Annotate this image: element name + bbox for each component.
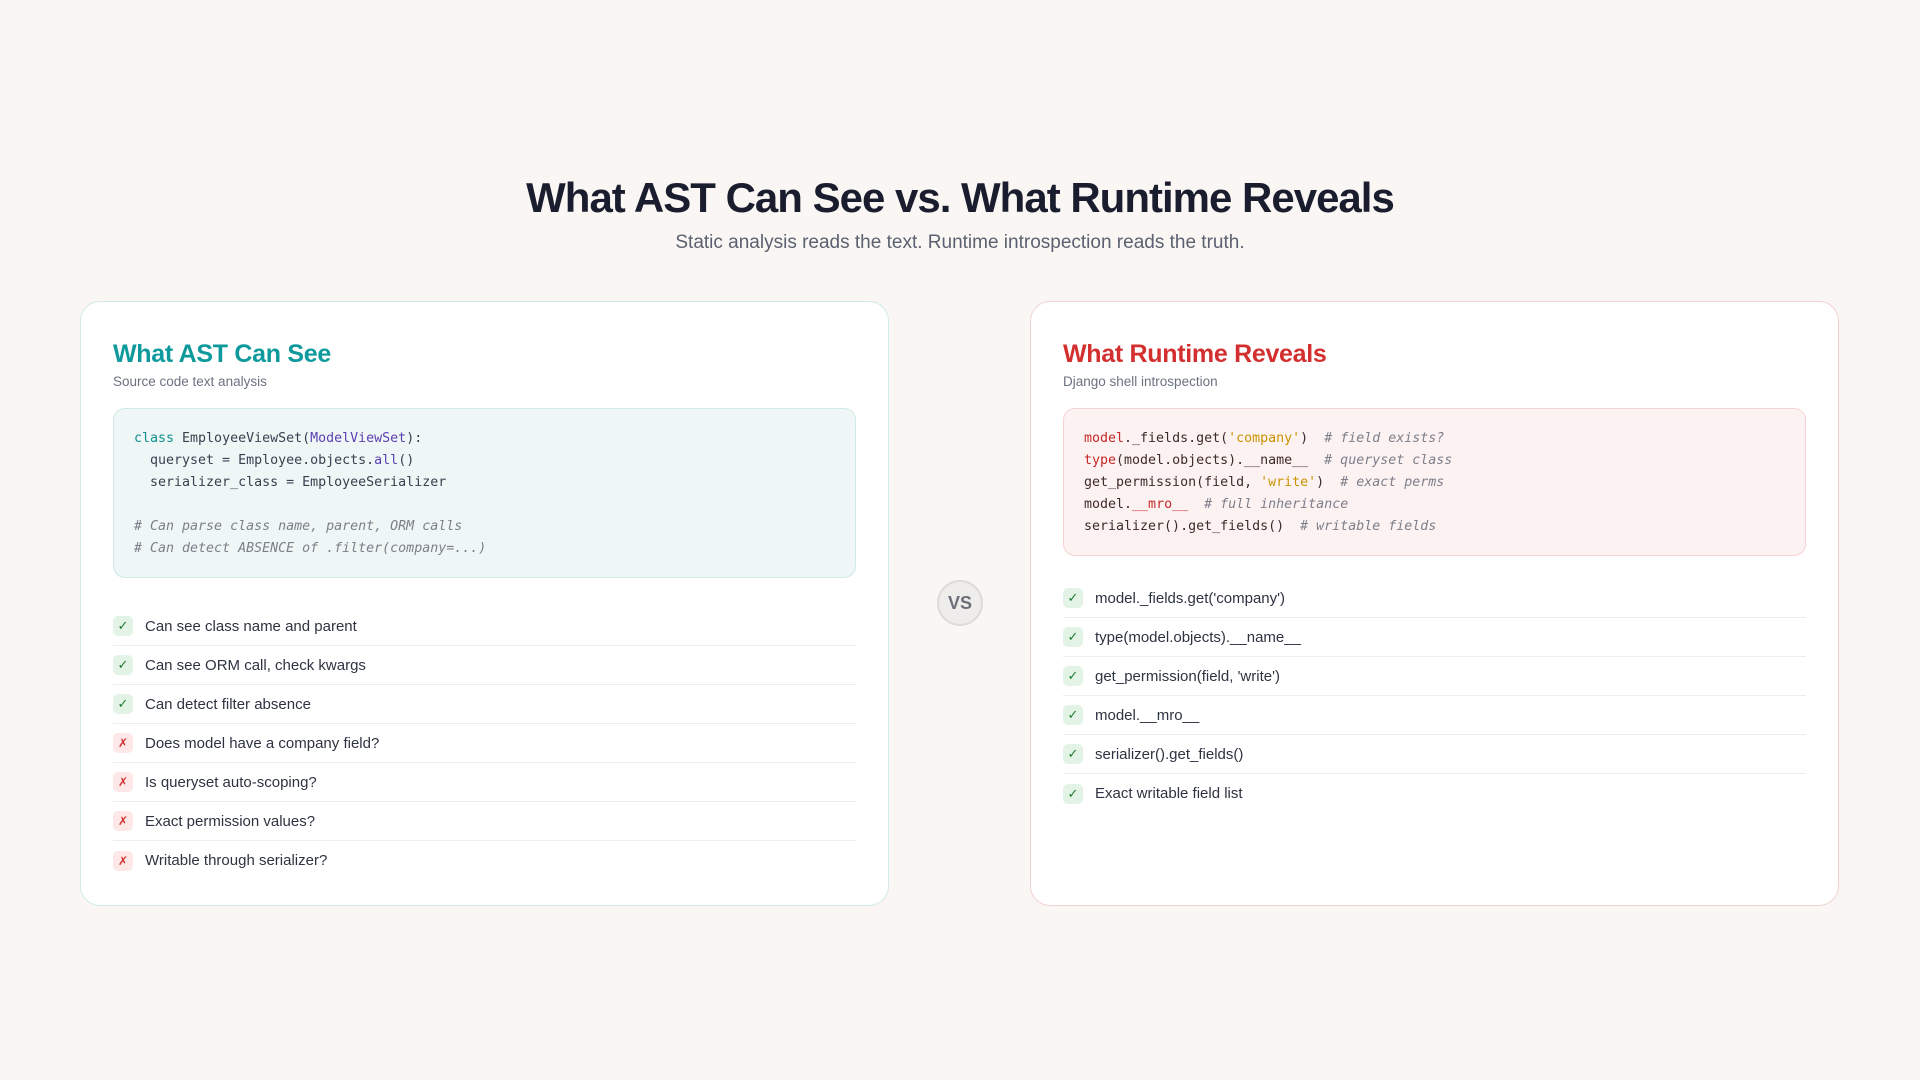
list-item-label: Exact permission values? (145, 812, 316, 830)
list-item: ✓ Can detect filter absence (113, 685, 856, 724)
code-token: model (1084, 431, 1125, 446)
list-item: ✓ serializer().get_fields() (1063, 735, 1806, 774)
list-item: ✗ Does model have a company field? (113, 724, 856, 763)
code-comment: # Can detect ABSENCE of .filter(company=… (134, 541, 487, 556)
list-item-label: model._fields.get('company') (1095, 589, 1285, 607)
check-icon: ✓ (1063, 627, 1083, 647)
ast-code-block: class EmployeeViewSet(ModelViewSet): que… (113, 408, 856, 578)
list-item-label: Exact writable field list (1095, 785, 1243, 802)
list-item-label: Writable through serializer? (145, 852, 328, 869)
code-token: type (1084, 453, 1117, 468)
ast-capability-list: ✓ Can see class name and parent ✓ Can see … (113, 607, 856, 880)
runtime-capability-list: ✓ model._fields.get('company') ✓ type(mode… (1063, 579, 1806, 813)
code-token: 'write' (1260, 475, 1317, 490)
runtime-card: What Runtime Reveals Django shell intros… (1030, 301, 1839, 906)
list-item: ✗ Writable through serializer? (113, 841, 856, 880)
ast-card-subtitle: Source code text analysis (113, 374, 267, 389)
runtime-code-block: model._fields.get('company') # field exi… (1063, 408, 1806, 556)
list-item: ✓ model._fields.get('company') (1063, 579, 1806, 618)
cross-icon: ✗ (113, 733, 133, 753)
check-icon: ✓ (1063, 588, 1083, 608)
code-comment: # Can parse class name, parent, ORM call… (134, 519, 463, 534)
list-item: ✓ Can see class name and parent (113, 607, 856, 646)
list-item-label: Does model have a company field? (145, 734, 380, 752)
code-token: class (134, 431, 175, 446)
code-token: ModelViewSet (310, 431, 407, 446)
code-token: () (398, 453, 415, 468)
list-item-label: Can see ORM call, check kwargs (145, 656, 366, 674)
vs-badge: VS (937, 580, 983, 626)
check-icon: ✓ (1063, 705, 1083, 725)
list-item-label: Can see class name and parent (145, 617, 357, 635)
code-token: EmployeeViewSet( (174, 431, 311, 446)
list-item-label: model.__mro__ (1095, 706, 1200, 724)
list-item-label: Is queryset auto-scoping? (145, 773, 317, 791)
code-token: (model.objects).__name__ (1116, 453, 1325, 468)
list-item: ✓ Can see ORM call, check kwargs (113, 646, 856, 685)
code-comment: # full inheritance (1204, 497, 1349, 512)
check-icon: ✓ (1063, 744, 1083, 764)
list-item: ✓ model.__mro__ (1063, 696, 1806, 735)
list-item-label: get_permission(field, 'write') (1095, 667, 1280, 685)
code-comment: # exact perms (1340, 475, 1445, 490)
cross-icon: ✗ (113, 772, 133, 792)
cross-icon: ✗ (113, 850, 133, 871)
list-item: ✓ Exact writable field list (1063, 774, 1806, 813)
header: What AST Can See vs. What Runtime Reveal… (0, 172, 1920, 256)
page-title: What AST Can See vs. What Runtime Reveal… (526, 174, 1395, 221)
code-token: all (374, 453, 399, 468)
code-token: __mro__ (1132, 497, 1189, 512)
code-token: ) (1300, 431, 1325, 446)
ast-card-title: What AST Can See (113, 340, 331, 368)
list-item: ✗ Is queryset auto-scoping? (113, 763, 856, 802)
code-comment: # writable fields (1300, 519, 1437, 534)
check-icon: ✓ (1063, 783, 1083, 804)
list-item-label: serializer().get_fields() (1095, 745, 1244, 763)
code-token: serializer_class = EmployeeSerializer (134, 475, 447, 490)
code-comment: # queryset class (1324, 453, 1453, 468)
code-token: ): (406, 431, 423, 446)
code-comment: # field exists? (1324, 431, 1445, 446)
list-item-label: Can detect filter absence (145, 695, 311, 713)
runtime-card-title: What Runtime Reveals (1063, 340, 1327, 368)
code-token: model. (1084, 497, 1133, 512)
runtime-card-subtitle: Django shell introspection (1063, 374, 1218, 389)
code-token: get_permission(field, (1084, 475, 1261, 490)
check-icon: ✓ (1063, 666, 1083, 686)
code-token: ) (1316, 475, 1341, 490)
check-icon: ✓ (113, 655, 133, 675)
ast-card: What AST Can See Source code text analys… (80, 301, 889, 906)
list-item: ✓ type(model.objects).__name__ (1063, 618, 1806, 657)
cross-icon: ✗ (113, 811, 133, 831)
code-token: 'company' (1228, 431, 1301, 446)
check-icon: ✓ (113, 694, 133, 714)
list-item-label: type(model.objects).__name__ (1095, 628, 1301, 646)
check-icon: ✓ (113, 616, 133, 636)
code-token: queryset = Employee.objects. (134, 453, 375, 468)
list-item: ✗ Exact permission values? (113, 802, 856, 841)
code-token: serializer().get_fields() (1084, 519, 1301, 534)
code-token: ._fields.get( (1124, 431, 1229, 446)
list-item: ✓ get_permission(field, 'write') (1063, 657, 1806, 696)
page-subtitle: Static analysis reads the text. Runtime … (675, 232, 1245, 253)
